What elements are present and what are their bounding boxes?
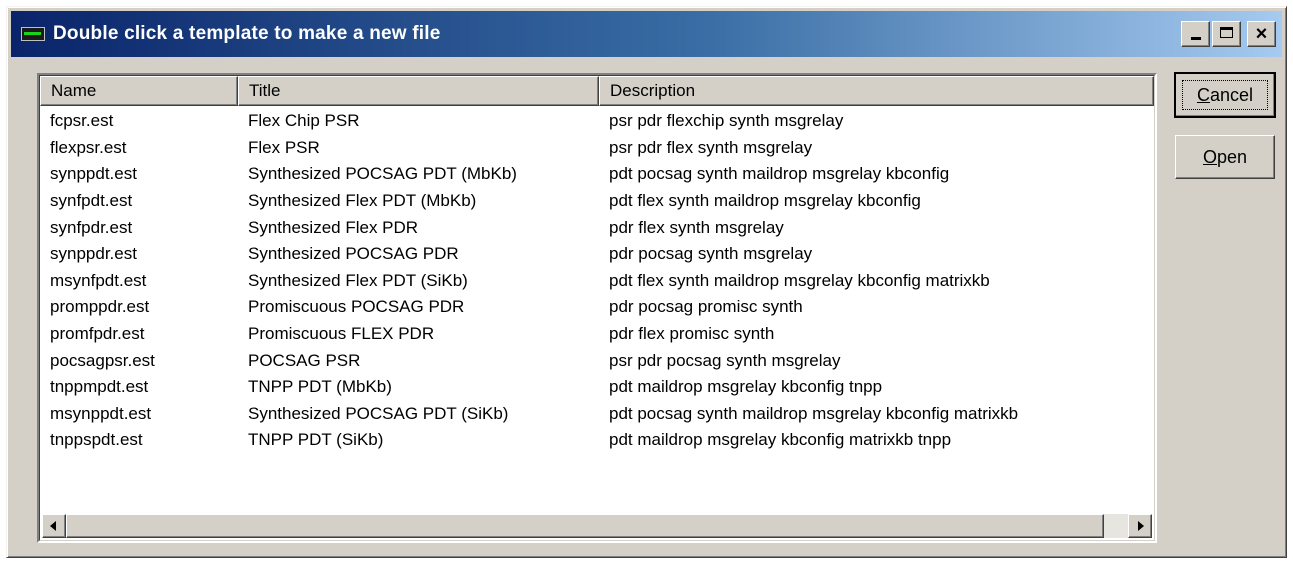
close-icon: × xyxy=(1255,23,1268,45)
scroll-right-button[interactable] xyxy=(1128,514,1152,538)
table-row[interactable]: fcpsr.est Flex Chip PSR psr pdr flexchip s… xyxy=(40,108,1154,135)
table-row[interactable]: msynppdt.est Synthesized POCSAG PDT (SiKb… xyxy=(40,401,1154,428)
row-title: Synthesized Flex PDR xyxy=(248,217,419,237)
arrow-left-icon xyxy=(50,521,56,531)
row-name: tnppspdt.est xyxy=(50,430,143,450)
list-header: Name Title Description xyxy=(40,76,1154,106)
row-title: TNPP PDT (SiKb) xyxy=(248,430,384,450)
row-description: psr pdr pocsag synth msgrelay xyxy=(609,350,841,370)
row-name: promppdr.est xyxy=(50,297,150,317)
row-title: TNPP PDT (MbKb) xyxy=(248,377,392,397)
maximize-icon xyxy=(1220,27,1233,38)
table-row[interactable]: msynfpdt.est Synthesized Flex PDT (SiKb) p… xyxy=(40,268,1154,295)
table-row[interactable]: pocsagpsr.est POCSAG PSR psr pdr pocsag sy… xyxy=(40,347,1154,374)
minimize-button[interactable] xyxy=(1181,21,1210,47)
row-title: Flex PSR xyxy=(248,137,320,157)
cancel-button[interactable]: Cancel xyxy=(1174,72,1276,118)
row-title: Synthesized Flex PDT (MbKb) xyxy=(248,191,477,211)
list-rows: fcpsr.est Flex Chip PSR psr pdr flexchip s… xyxy=(40,108,1154,454)
row-name: fcpsr.est xyxy=(50,111,114,131)
table-row[interactable]: promppdr.est Promiscuous POCSAG PDR pdr po… xyxy=(40,294,1154,321)
terminal-icon xyxy=(21,27,45,41)
table-row[interactable]: tnppspdt.est TNPP PDT (SiKb) pdt maildrop … xyxy=(40,427,1154,454)
close-button[interactable]: × xyxy=(1247,21,1276,47)
row-title: Synthesized POCSAG PDT (MbKb) xyxy=(248,164,517,184)
row-name: tnppmpdt.est xyxy=(50,377,149,397)
scrollbar-thumb[interactable] xyxy=(66,514,1104,538)
focus-rect xyxy=(1182,80,1268,110)
row-description: pdt flex synth maildrop msgrelay kbconfi… xyxy=(609,191,921,211)
maximize-button[interactable] xyxy=(1212,21,1241,47)
row-title: Synthesized Flex PDT (SiKb) xyxy=(248,270,468,290)
row-description: pdt flex synth maildrop msgrelay kbconfi… xyxy=(609,270,990,290)
row-description: pdr flex synth msgrelay xyxy=(609,217,784,237)
template-list[interactable]: Name Title Description fcpsr.est Flex Chi… xyxy=(37,73,1157,543)
row-title: Promiscuous FLEX PDR xyxy=(248,324,435,344)
row-description: pdr pocsag synth msgrelay xyxy=(609,244,813,264)
caption-buttons: × xyxy=(1181,21,1276,47)
row-title: Synthesized POCSAG PDT (SiKb) xyxy=(248,403,509,423)
row-name: pocsagpsr.est xyxy=(50,350,155,370)
row-title: Flex Chip PSR xyxy=(248,111,360,131)
open-label: Open xyxy=(1202,146,1248,167)
row-name: synfpdr.est xyxy=(50,217,133,237)
column-header-title[interactable]: Title xyxy=(238,76,599,106)
row-name: synfpdt.est xyxy=(50,191,133,211)
table-row[interactable]: synppdt.est Synthesized POCSAG PDT (MbKb)… xyxy=(40,161,1154,188)
row-name: flexpsr.est xyxy=(50,137,127,157)
row-description: psr pdr flex synth msgrelay xyxy=(609,137,813,157)
row-name: msynppdt.est xyxy=(50,403,152,423)
row-title: Synthesized POCSAG PDR xyxy=(248,244,459,264)
title-bar[interactable]: Double click a template to make a new fi… xyxy=(11,11,1282,57)
row-name: msynfpdt.est xyxy=(50,270,147,290)
row-description: pdt pocsag synth maildrop msgrelay kbcon… xyxy=(609,403,1019,423)
row-description: pdt pocsag synth maildrop msgrelay kbcon… xyxy=(609,164,950,184)
new-file-dialog: Double click a template to make a new fi… xyxy=(6,6,1287,558)
window-title: Double click a template to make a new fi… xyxy=(53,23,441,44)
horizontal-scrollbar[interactable] xyxy=(42,514,1152,538)
column-header-description[interactable]: Description xyxy=(599,76,1154,106)
row-description: pdr flex promisc synth xyxy=(609,324,775,344)
row-description: psr pdr flexchip synth msgrelay xyxy=(609,111,844,131)
table-row[interactable]: synfpdt.est Synthesized Flex PDT (MbKb) pd… xyxy=(40,188,1154,215)
arrow-right-icon xyxy=(1138,521,1144,531)
open-button[interactable]: Open xyxy=(1175,135,1275,179)
table-row[interactable]: synfpdr.est Synthesized Flex PDR pdr flex … xyxy=(40,214,1154,241)
row-description: pdt maildrop msgrelay kbconfig tnpp xyxy=(609,377,883,397)
minimize-icon xyxy=(1191,37,1201,40)
row-name: synppdr.est xyxy=(50,244,137,264)
table-row[interactable]: promfpdr.est Promiscuous FLEX PDR pdr flex… xyxy=(40,321,1154,348)
scroll-left-button[interactable] xyxy=(42,514,66,538)
table-row[interactable]: flexpsr.est Flex PSR psr pdr flex synth ms… xyxy=(40,135,1154,162)
row-name: synppdt.est xyxy=(50,164,137,184)
table-row[interactable]: tnppmpdt.est TNPP PDT (MbKb) pdt maildrop … xyxy=(40,374,1154,401)
row-title: POCSAG PSR xyxy=(248,350,361,370)
row-title: Promiscuous POCSAG PDR xyxy=(248,297,465,317)
row-description: pdr pocsag promisc synth xyxy=(609,297,803,317)
table-row[interactable]: synppdr.est Synthesized POCSAG PDR pdr poc… xyxy=(40,241,1154,268)
column-header-name[interactable]: Name xyxy=(40,76,238,106)
row-name: promfpdr.est xyxy=(50,324,145,344)
row-description: pdt maildrop msgrelay kbconfig matrixkb … xyxy=(609,430,952,450)
